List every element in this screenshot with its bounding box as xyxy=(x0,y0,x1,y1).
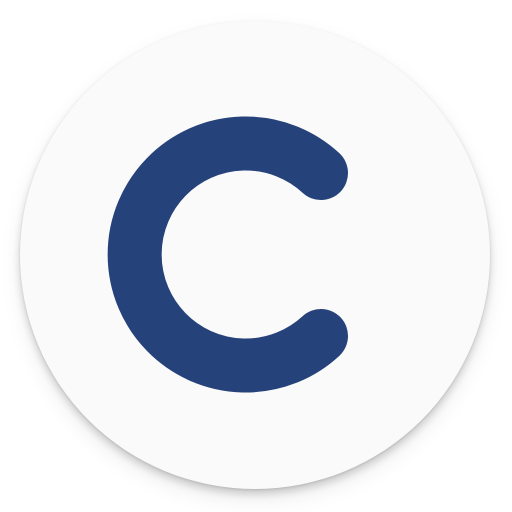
c-letter-logo-icon xyxy=(107,116,348,393)
app-icon[interactable] xyxy=(20,21,490,489)
c-letter-stroke xyxy=(107,116,348,393)
app-icon-canvas xyxy=(0,0,512,512)
